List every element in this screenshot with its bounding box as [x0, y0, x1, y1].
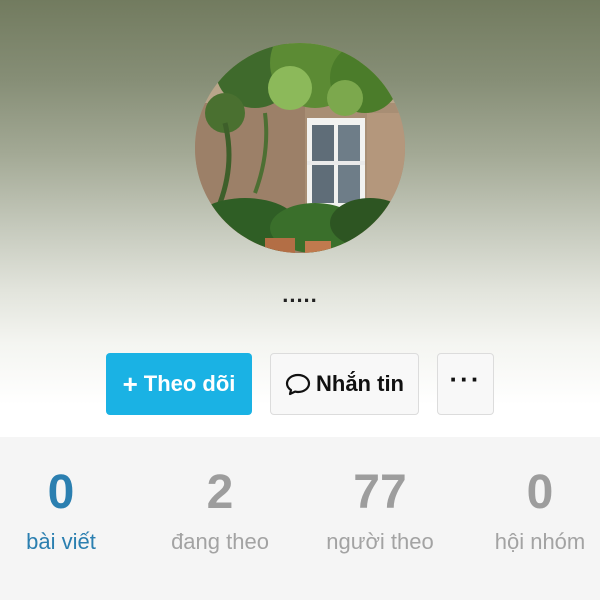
stat-label: hội nhóm [494, 529, 586, 554]
stat-value: 2 [206, 466, 234, 519]
stat-value: 0 [526, 466, 554, 519]
stat-value: 0 [47, 466, 75, 519]
stat-label: đang theo [171, 529, 269, 554]
more-icon: ··· [449, 363, 482, 394]
more-options-button[interactable]: ··· [437, 353, 494, 415]
message-button-label: Nhắn tin [316, 371, 404, 396]
stats-bar: 0 bài viết 2 đang theo 77 người theo 0 h… [0, 437, 600, 600]
display-name: ..... [282, 282, 318, 307]
plus-icon: + [122, 369, 138, 399]
avatar-photo [195, 43, 405, 253]
follow-button[interactable]: + Theo dõi [106, 353, 252, 415]
chat-bubble-icon [285, 372, 311, 396]
follow-button-label: Theo dõi [143, 371, 236, 396]
stat-label: người theo [326, 529, 434, 554]
avatar[interactable] [195, 43, 405, 253]
stat-value: 77 [353, 466, 407, 519]
profile-actions: + Theo dõi Nhắn tin ··· [0, 353, 600, 417]
message-button[interactable]: Nhắn tin [270, 353, 419, 415]
stat-label: bài viết [26, 529, 96, 554]
